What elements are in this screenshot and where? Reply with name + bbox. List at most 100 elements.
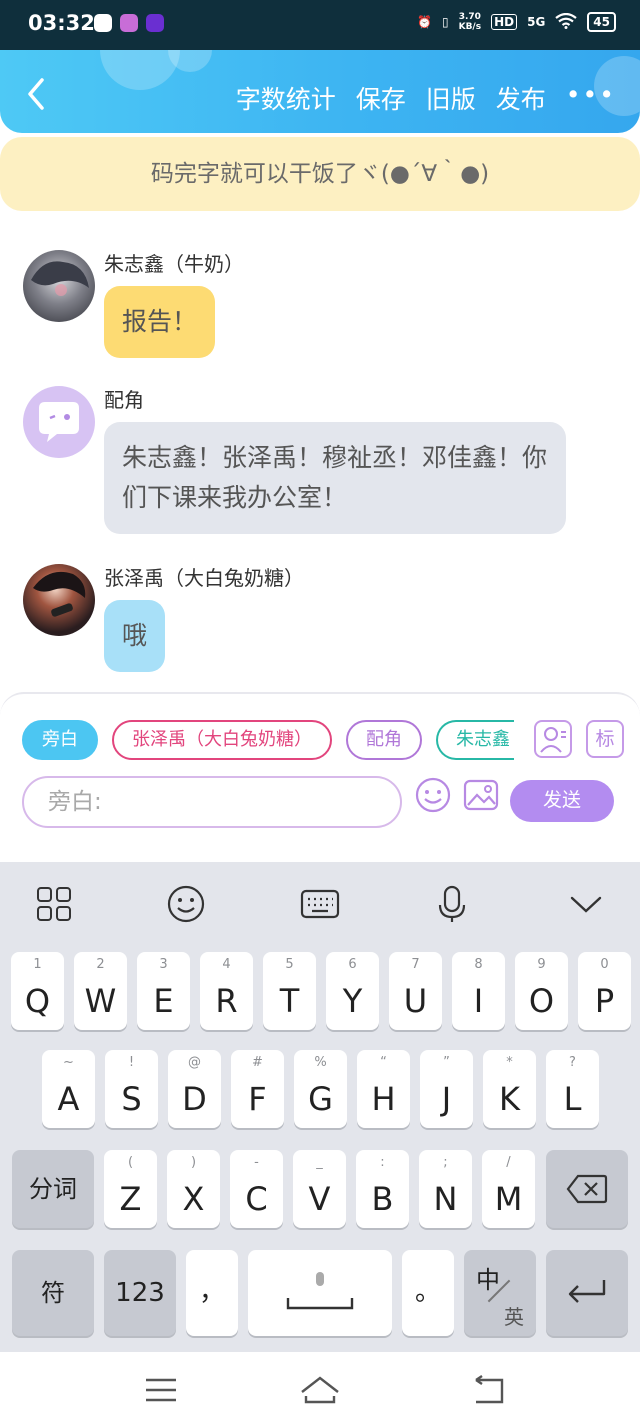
segment-key[interactable]: 分词 — [12, 1150, 94, 1228]
more-options-button[interactable]: ••• — [566, 80, 616, 116]
key-letter: J — [441, 1080, 452, 1118]
key-hint: _ — [316, 1155, 323, 1170]
key-c[interactable]: -C — [230, 1150, 283, 1228]
network-type: 5G — [527, 15, 546, 29]
tag-button[interactable]: 标 — [586, 720, 624, 758]
sender-name: 朱志鑫（牛奶） — [104, 252, 244, 276]
key-letter: B — [371, 1180, 394, 1218]
key-v[interactable]: _ V — [293, 1150, 346, 1228]
backspace-key[interactable] — [546, 1150, 628, 1228]
key-x[interactable]: ) X — [167, 1150, 220, 1228]
key-a[interactable]: ~ A — [42, 1050, 95, 1128]
alarm-icon: ⏰ — [417, 15, 432, 29]
key-e[interactable]: 3E — [137, 952, 190, 1030]
key-letter: D — [182, 1080, 207, 1118]
send-button[interactable]: 发送 — [510, 780, 614, 822]
key-letter: E — [153, 982, 174, 1020]
hide-keyboard-button[interactable] — [566, 884, 606, 924]
language-switch-key[interactable]: 中 英 — [464, 1250, 536, 1336]
chat-bubble-icon — [39, 402, 79, 442]
key-hint: : — [380, 1155, 385, 1170]
key-n[interactable]: ; N — [419, 1150, 472, 1228]
key-letter: Q — [24, 982, 51, 1020]
status-time: 03:32 — [28, 11, 95, 35]
key-b[interactable]: :B — [356, 1150, 409, 1228]
key-letter: G — [308, 1080, 333, 1118]
period-key[interactable]: 。 — [402, 1250, 454, 1336]
role-chip-supporting[interactable]: 配角 — [346, 720, 422, 760]
enter-key[interactable] — [546, 1250, 628, 1336]
apps-grid-button[interactable] — [34, 884, 74, 924]
key-z[interactable]: (Z — [104, 1150, 157, 1228]
manage-roles-button[interactable] — [534, 720, 572, 758]
voice-input-button[interactable] — [432, 884, 472, 924]
keyboard-emoji-button[interactable] — [166, 884, 206, 924]
key-q[interactable]: 1Q — [11, 952, 64, 1030]
numbers-key[interactable]: 123 — [104, 1250, 176, 1336]
key-hint: ~ — [63, 1055, 74, 1070]
avatar[interactable] — [23, 386, 95, 458]
key-letter: M — [494, 1180, 523, 1218]
key-letter: O — [528, 982, 555, 1020]
key-k[interactable]: * K — [483, 1050, 536, 1128]
key-hint: ” — [443, 1055, 450, 1070]
image-button[interactable] — [462, 776, 500, 814]
key-t[interactable]: 5T — [263, 952, 316, 1030]
key-i[interactable]: 8I — [452, 952, 505, 1030]
publish-button[interactable]: 发布 — [496, 80, 546, 116]
back-button[interactable] — [18, 74, 58, 114]
message-bubble[interactable]: 报告！ — [104, 286, 216, 358]
word-count-button[interactable]: 字数统计 — [236, 80, 336, 116]
key-letter: W — [84, 982, 117, 1020]
key-h[interactable]: “H — [357, 1050, 410, 1128]
save-button[interactable]: 保存 — [356, 80, 406, 116]
symbols-key[interactable]: 符 — [12, 1250, 94, 1336]
key-s[interactable]: ! S — [105, 1050, 158, 1128]
message-input[interactable] — [24, 778, 400, 826]
keyboard-toolbar — [0, 862, 640, 944]
key-l[interactable]: ? L — [546, 1050, 599, 1128]
composer: 旁白 张泽禹（大白兔奶糖） 配角 朱志鑫 标 发送 — [0, 692, 640, 862]
app-icon — [120, 14, 138, 32]
key-hint: # — [252, 1055, 263, 1070]
chat-message: 朱志鑫（牛奶） 报告！ — [0, 248, 640, 368]
key-y[interactable]: 6Y — [326, 952, 379, 1030]
key-o[interactable]: 9O — [515, 952, 568, 1030]
key-hint: - — [254, 1155, 259, 1170]
key-g[interactable]: % G — [294, 1050, 347, 1128]
key-u[interactable]: 7U — [389, 952, 442, 1030]
key-p[interactable]: 0P — [578, 952, 631, 1030]
comma-key[interactable]: ， — [186, 1250, 238, 1336]
menu-nav-button[interactable] — [142, 1374, 182, 1406]
emoji-button[interactable] — [414, 776, 452, 814]
message-bubble[interactable]: 朱志鑫！张泽禹！穆祉丞！邓佳鑫！你们下课来我办公室！ — [104, 422, 566, 534]
key-j[interactable]: ” J — [420, 1050, 473, 1128]
hd-badge: HD — [491, 14, 518, 30]
person-icon — [540, 727, 566, 753]
key-hint: / — [506, 1155, 511, 1170]
role-chip-zhang-zeyu[interactable]: 张泽禹（大白兔奶糖） — [112, 720, 332, 760]
key-d[interactable]: @ D — [168, 1050, 221, 1128]
key-w[interactable]: 2W — [74, 952, 127, 1030]
key-letter: C — [245, 1180, 268, 1218]
message-bubble[interactable]: 哦 — [104, 600, 166, 672]
network-speed: 3.70 KB/s — [459, 12, 481, 32]
avatar[interactable] — [23, 250, 95, 322]
wifi-icon — [555, 12, 577, 32]
old-version-button[interactable]: 旧版 — [426, 80, 476, 116]
role-chip-narrator[interactable]: 旁白 — [22, 720, 98, 760]
message-input-box[interactable] — [22, 776, 402, 828]
keyboard-layout-button[interactable] — [300, 884, 340, 924]
avatar[interactable] — [23, 564, 95, 636]
baidu-app-icon — [94, 14, 112, 32]
role-chip-zhu-zhixin[interactable]: 朱志鑫 — [436, 720, 514, 760]
app-header: 03:32 ⏰ ▯ 3.70 KB/s HD 5G 45 字数统计 保存 旧版 … — [0, 0, 640, 133]
key-r[interactable]: 4R — [200, 952, 253, 1030]
space-key[interactable] — [248, 1250, 392, 1336]
home-nav-button[interactable] — [298, 1374, 342, 1406]
key-f[interactable]: # F — [231, 1050, 284, 1128]
grid-icon — [37, 887, 71, 921]
back-nav-button[interactable] — [470, 1374, 510, 1406]
soft-keyboard: 1Q2W3E4R5T6Y7U8I9O0P ~ A! S @ D # F% G “H” J * K? L … — [0, 862, 640, 1352]
key-m[interactable]: / M — [482, 1150, 535, 1228]
